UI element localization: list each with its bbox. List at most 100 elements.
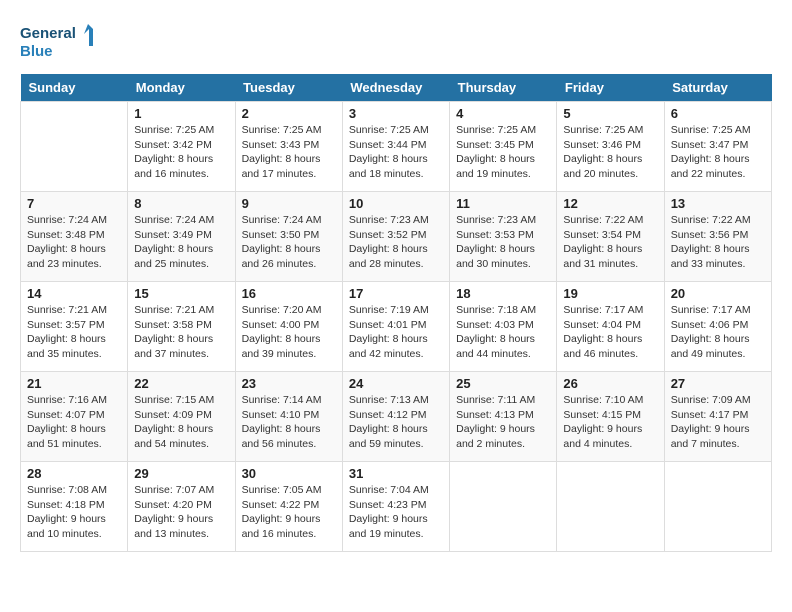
day-info: Sunrise: 7:18 AM Sunset: 4:03 PM Dayligh… xyxy=(456,303,550,362)
day-number: 30 xyxy=(242,466,336,481)
day-info: Sunrise: 7:25 AM Sunset: 3:46 PM Dayligh… xyxy=(563,123,657,182)
day-info: Sunrise: 7:23 AM Sunset: 3:52 PM Dayligh… xyxy=(349,213,443,272)
calendar-cell: 24 Sunrise: 7:13 AM Sunset: 4:12 PM Dayli… xyxy=(342,372,449,462)
day-number: 14 xyxy=(27,286,121,301)
day-info: Sunrise: 7:17 AM Sunset: 4:04 PM Dayligh… xyxy=(563,303,657,362)
day-info: Sunrise: 7:15 AM Sunset: 4:09 PM Dayligh… xyxy=(134,393,228,452)
weekday-header-saturday: Saturday xyxy=(664,74,771,102)
calendar-cell: 20 Sunrise: 7:17 AM Sunset: 4:06 PM Dayli… xyxy=(664,282,771,372)
day-number: 22 xyxy=(134,376,228,391)
calendar-cell: 3 Sunrise: 7:25 AM Sunset: 3:44 PM Daylig… xyxy=(342,102,449,192)
weekday-header-wednesday: Wednesday xyxy=(342,74,449,102)
day-number: 15 xyxy=(134,286,228,301)
day-info: Sunrise: 7:25 AM Sunset: 3:44 PM Dayligh… xyxy=(349,123,443,182)
svg-text:Blue: Blue xyxy=(20,43,53,60)
day-info: Sunrise: 7:25 AM Sunset: 3:45 PM Dayligh… xyxy=(456,123,550,182)
weekday-header-friday: Friday xyxy=(557,74,664,102)
calendar-cell: 21Sunrise: 7:16 AM Sunset: 4:07 PM Dayli… xyxy=(21,372,128,462)
weekday-header-tuesday: Tuesday xyxy=(235,74,342,102)
day-info: Sunrise: 7:24 AM Sunset: 3:50 PM Dayligh… xyxy=(242,213,336,272)
day-number: 31 xyxy=(349,466,443,481)
day-number: 17 xyxy=(349,286,443,301)
day-number: 23 xyxy=(242,376,336,391)
day-info: Sunrise: 7:16 AM Sunset: 4:07 PM Dayligh… xyxy=(27,393,121,452)
calendar-cell: 5Sunrise: 7:25 AM Sunset: 3:46 PM Daylig… xyxy=(557,102,664,192)
day-number: 27 xyxy=(671,376,765,391)
page-header: General Blue xyxy=(20,20,772,64)
day-info: Sunrise: 7:11 AM Sunset: 4:13 PM Dayligh… xyxy=(456,393,550,452)
day-info: Sunrise: 7:21 AM Sunset: 3:57 PM Dayligh… xyxy=(27,303,121,362)
week-row-1: 1 Sunrise: 7:25 AM Sunset: 3:42 PM Daylig… xyxy=(21,102,772,192)
calendar-cell: 13 Sunrise: 7:22 AM Sunset: 3:56 PM Dayli… xyxy=(664,192,771,282)
calendar-cell: 10Sunrise: 7:23 AM Sunset: 3:52 PM Dayli… xyxy=(342,192,449,282)
day-number: 1 xyxy=(134,106,228,121)
day-number: 12 xyxy=(563,196,657,211)
calendar-cell: 18 Sunrise: 7:18 AM Sunset: 4:03 PM Dayli… xyxy=(450,282,557,372)
day-info: Sunrise: 7:22 AM Sunset: 3:56 PM Dayligh… xyxy=(671,213,765,272)
weekday-header-sunday: Sunday xyxy=(21,74,128,102)
weekday-header-thursday: Thursday xyxy=(450,74,557,102)
day-number: 24 xyxy=(349,376,443,391)
calendar-cell xyxy=(450,462,557,552)
day-info: Sunrise: 7:23 AM Sunset: 3:53 PM Dayligh… xyxy=(456,213,550,272)
day-info: Sunrise: 7:24 AM Sunset: 3:48 PM Dayligh… xyxy=(27,213,121,272)
calendar-cell: 9 Sunrise: 7:24 AM Sunset: 3:50 PM Daylig… xyxy=(235,192,342,282)
day-info: Sunrise: 7:07 AM Sunset: 4:20 PM Dayligh… xyxy=(134,483,228,542)
calendar-cell: 25 Sunrise: 7:11 AM Sunset: 4:13 PM Dayli… xyxy=(450,372,557,462)
weekday-header-row: SundayMondayTuesdayWednesdayThursdayFrid… xyxy=(21,74,772,102)
calendar-cell xyxy=(664,462,771,552)
day-info: Sunrise: 7:24 AM Sunset: 3:49 PM Dayligh… xyxy=(134,213,228,272)
day-info: Sunrise: 7:17 AM Sunset: 4:06 PM Dayligh… xyxy=(671,303,765,362)
day-info: Sunrise: 7:21 AM Sunset: 3:58 PM Dayligh… xyxy=(134,303,228,362)
calendar-cell: 6 Sunrise: 7:25 AM Sunset: 3:47 PM Daylig… xyxy=(664,102,771,192)
day-info: Sunrise: 7:05 AM Sunset: 4:22 PM Dayligh… xyxy=(242,483,336,542)
day-number: 9 xyxy=(242,196,336,211)
day-info: Sunrise: 7:22 AM Sunset: 3:54 PM Dayligh… xyxy=(563,213,657,272)
calendar-cell: 15 Sunrise: 7:21 AM Sunset: 3:58 PM Dayli… xyxy=(128,282,235,372)
week-row-5: 28Sunrise: 7:08 AM Sunset: 4:18 PM Dayli… xyxy=(21,462,772,552)
day-number: 29 xyxy=(134,466,228,481)
day-number: 7 xyxy=(27,196,121,211)
calendar-cell: 19 Sunrise: 7:17 AM Sunset: 4:04 PM Dayli… xyxy=(557,282,664,372)
calendar-cell: 23Sunrise: 7:14 AM Sunset: 4:10 PM Dayli… xyxy=(235,372,342,462)
day-info: Sunrise: 7:04 AM Sunset: 4:23 PM Dayligh… xyxy=(349,483,443,542)
day-info: Sunrise: 7:25 AM Sunset: 3:47 PM Dayligh… xyxy=(671,123,765,182)
calendar-cell: 17 Sunrise: 7:19 AM Sunset: 4:01 PM Dayli… xyxy=(342,282,449,372)
day-info: Sunrise: 7:25 AM Sunset: 3:43 PM Dayligh… xyxy=(242,123,336,182)
calendar-cell xyxy=(557,462,664,552)
day-number: 19 xyxy=(563,286,657,301)
day-number: 25 xyxy=(456,376,550,391)
day-info: Sunrise: 7:25 AM Sunset: 3:42 PM Dayligh… xyxy=(134,123,228,182)
day-info: Sunrise: 7:13 AM Sunset: 4:12 PM Dayligh… xyxy=(349,393,443,452)
logo-svg: General Blue xyxy=(20,20,100,64)
day-info: Sunrise: 7:10 AM Sunset: 4:15 PM Dayligh… xyxy=(563,393,657,452)
calendar-cell: 16 Sunrise: 7:20 AM Sunset: 4:00 PM Dayli… xyxy=(235,282,342,372)
day-info: Sunrise: 7:09 AM Sunset: 4:17 PM Dayligh… xyxy=(671,393,765,452)
svg-text:General: General xyxy=(20,25,76,42)
day-number: 16 xyxy=(242,286,336,301)
week-row-2: 7 Sunrise: 7:24 AM Sunset: 3:48 PM Daylig… xyxy=(21,192,772,282)
calendar-cell: 27 Sunrise: 7:09 AM Sunset: 4:17 PM Dayli… xyxy=(664,372,771,462)
calendar-cell: 8Sunrise: 7:24 AM Sunset: 3:49 PM Daylig… xyxy=(128,192,235,282)
calendar-cell: 11 Sunrise: 7:23 AM Sunset: 3:53 PM Dayli… xyxy=(450,192,557,282)
day-number: 4 xyxy=(456,106,550,121)
day-number: 18 xyxy=(456,286,550,301)
week-row-4: 21Sunrise: 7:16 AM Sunset: 4:07 PM Dayli… xyxy=(21,372,772,462)
day-info: Sunrise: 7:19 AM Sunset: 4:01 PM Dayligh… xyxy=(349,303,443,362)
calendar-cell: 28Sunrise: 7:08 AM Sunset: 4:18 PM Dayli… xyxy=(21,462,128,552)
calendar-table: SundayMondayTuesdayWednesdayThursdayFrid… xyxy=(20,74,772,552)
day-number: 13 xyxy=(671,196,765,211)
day-number: 11 xyxy=(456,196,550,211)
day-number: 20 xyxy=(671,286,765,301)
day-number: 6 xyxy=(671,106,765,121)
calendar-cell: 14 Sunrise: 7:21 AM Sunset: 3:57 PM Dayli… xyxy=(21,282,128,372)
week-row-3: 14 Sunrise: 7:21 AM Sunset: 3:57 PM Dayli… xyxy=(21,282,772,372)
logo: General Blue xyxy=(20,20,100,64)
calendar-cell: 30 Sunrise: 7:05 AM Sunset: 4:22 PM Dayli… xyxy=(235,462,342,552)
day-number: 3 xyxy=(349,106,443,121)
day-info: Sunrise: 7:20 AM Sunset: 4:00 PM Dayligh… xyxy=(242,303,336,362)
calendar-cell: 4 Sunrise: 7:25 AM Sunset: 3:45 PM Daylig… xyxy=(450,102,557,192)
day-number: 28 xyxy=(27,466,121,481)
calendar-cell: 7 Sunrise: 7:24 AM Sunset: 3:48 PM Daylig… xyxy=(21,192,128,282)
calendar-cell: 31 Sunrise: 7:04 AM Sunset: 4:23 PM Dayli… xyxy=(342,462,449,552)
